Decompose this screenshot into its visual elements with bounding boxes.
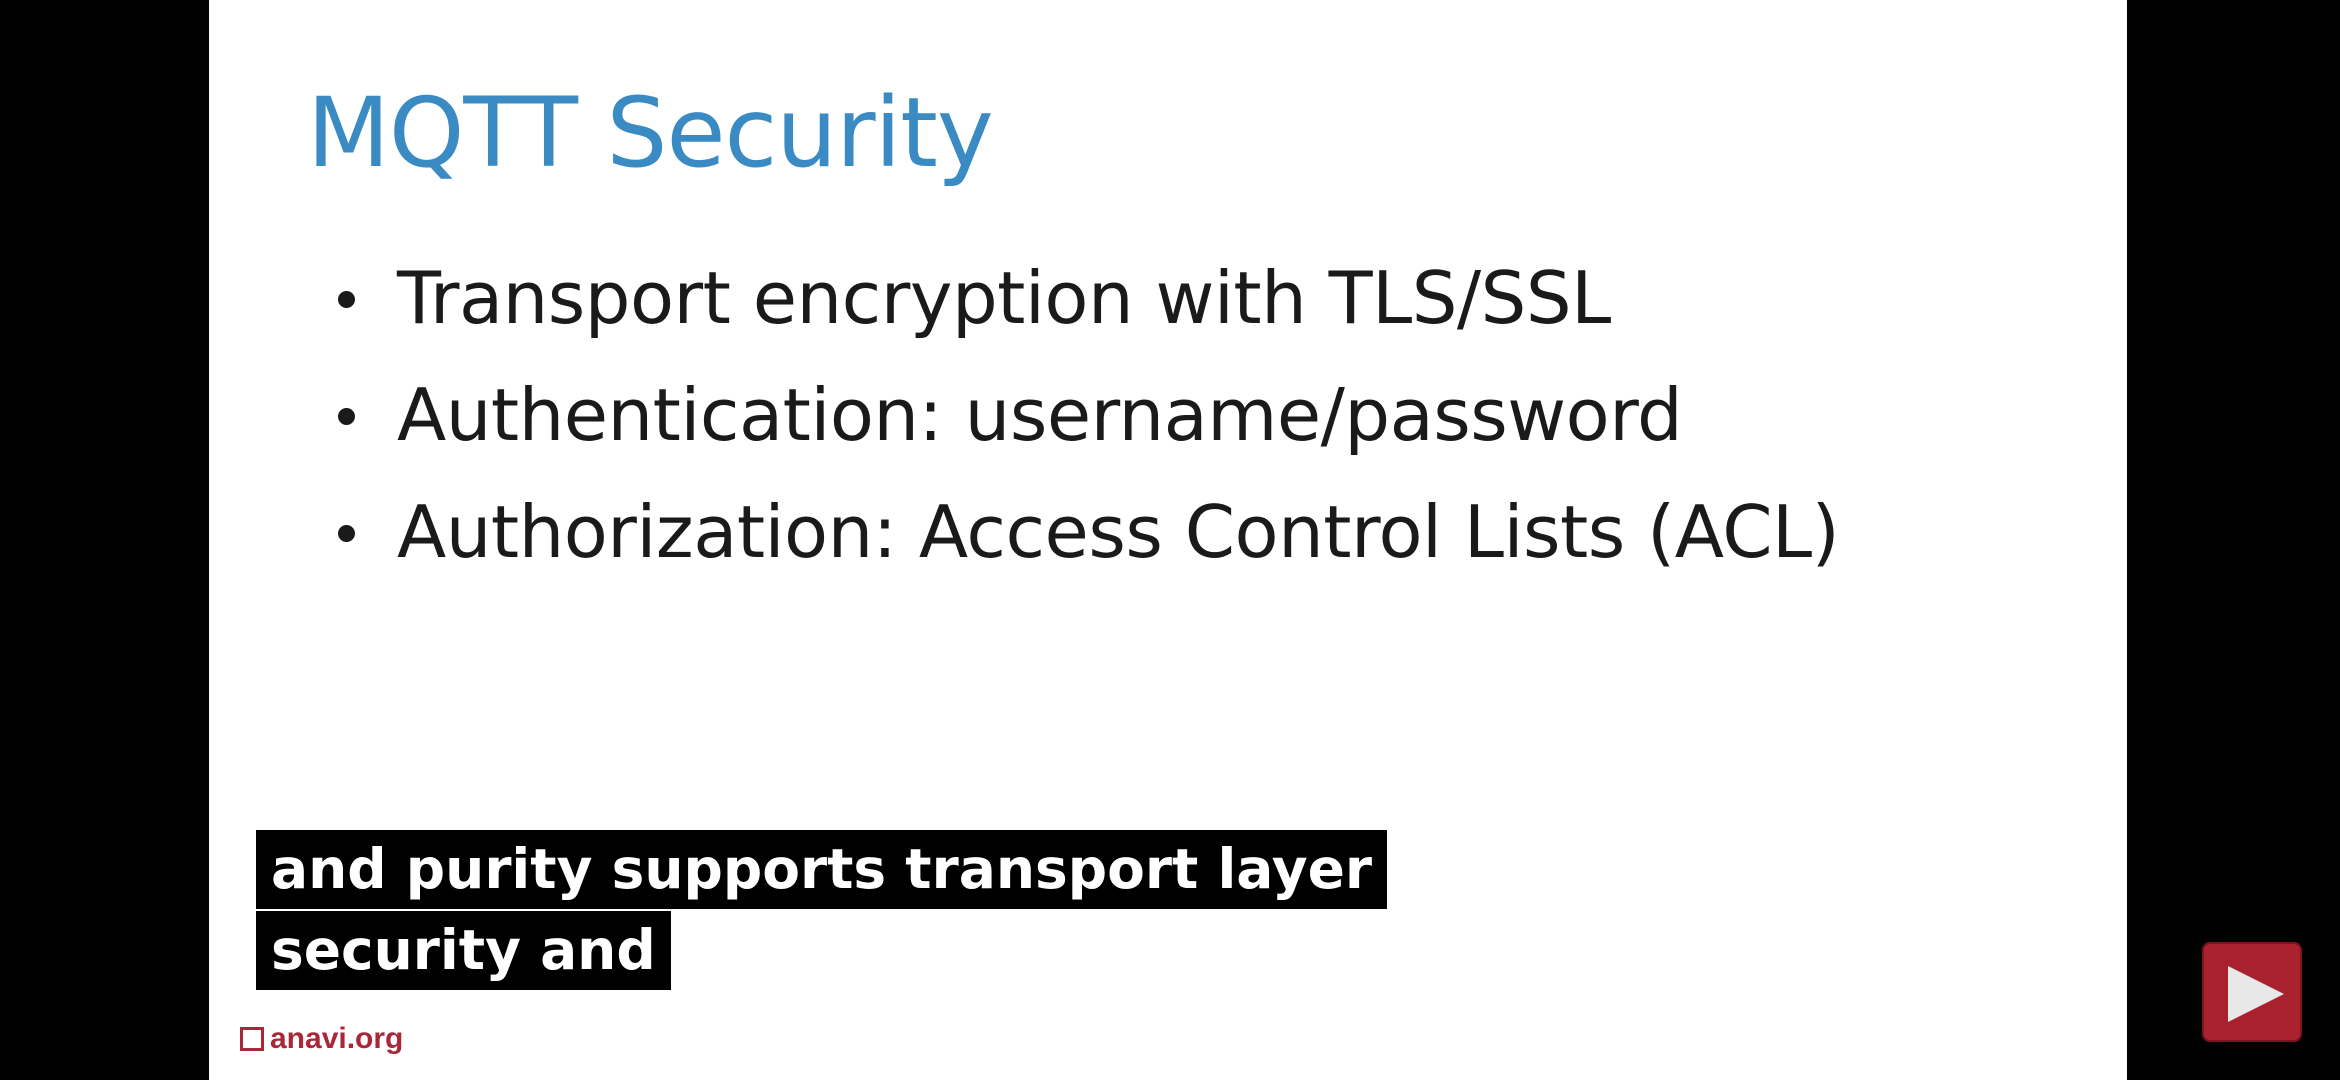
bullet-item: Authorization: Access Control Lists (ACL… <box>324 474 1840 591</box>
video-screen[interactable]: MQTT Security Transport encryption with … <box>0 0 2340 1080</box>
bullet-dot-icon <box>338 291 355 308</box>
bullet-dot-icon <box>338 408 355 425</box>
bullet-dot-icon <box>338 525 355 542</box>
logo-square-icon <box>240 1027 264 1051</box>
caption-line: security and <box>256 911 671 990</box>
anavi-logo: anavi.org <box>240 1022 403 1056</box>
bullet-text: Transport encryption with TLS/SSL <box>397 256 1611 340</box>
logo-text: anavi.org <box>270 1022 404 1055</box>
bullet-list: Transport encryption with TLS/SSL Authen… <box>324 240 1840 591</box>
bullet-item: Transport encryption with TLS/SSL <box>324 240 1839 357</box>
play-icon <box>2228 966 2284 1022</box>
bullet-text: Authentication: username/password <box>397 373 1683 457</box>
bullet-text: Authorization: Access Control Lists (ACL… <box>397 490 1840 574</box>
caption-line: and purity supports transport layer <box>256 830 1387 909</box>
play-button[interactable] <box>2202 942 2302 1042</box>
slide-title: MQTT Security <box>307 77 994 189</box>
bullet-item: Authentication: username/password <box>324 357 1839 474</box>
subtitle-captions: and purity supports transport layer secu… <box>256 830 1387 992</box>
